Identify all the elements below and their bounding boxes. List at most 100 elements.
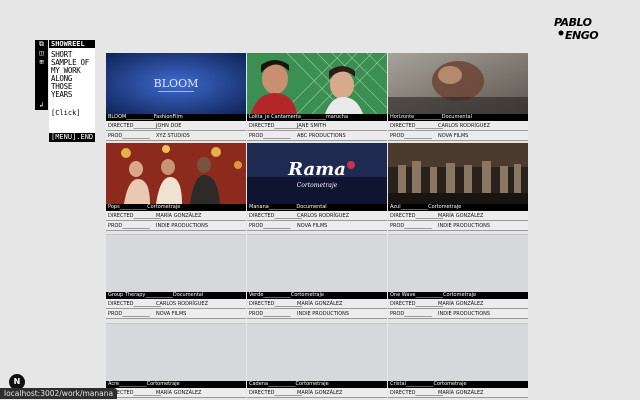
project-card[interactable]: Cristal___________Cortometraje DIRECTED__…	[388, 320, 528, 398]
director-row: DIRECTED___________JOHN DOE	[106, 121, 246, 131]
project-title: Horizonte___________Documental	[388, 114, 528, 121]
director-value: MARÍA GONZÁLEZ	[156, 213, 202, 219]
project-thumbnail[interactable]	[106, 143, 246, 204]
prod-label: PROD___________	[249, 311, 291, 317]
prod-value: NOVA FILMS	[297, 223, 328, 229]
directed-label: DIRECTED___________	[108, 123, 162, 129]
return-icon[interactable]: ↲	[35, 101, 48, 110]
prod-value: XYZ STUDIOS	[156, 133, 190, 139]
prev-icon[interactable]: ⧉	[35, 40, 48, 49]
producer-row: PROD___________ INDIE PRODUCTIONS	[247, 309, 387, 319]
prod-label: PROD___________	[108, 311, 150, 317]
director-row: DIRECTED___________MARÍA GONZÁLEZ	[106, 211, 246, 221]
project-card[interactable]: Rama Cortometraje Manana___________Docum…	[247, 143, 387, 231]
directed-label: DIRECTED___________	[108, 213, 162, 219]
project-card[interactable]: Verde___________Cortometraje DIRECTED____…	[247, 231, 387, 319]
prod-label: PROD___________	[108, 223, 150, 229]
showreel-card[interactable]: SHOWREEL SHORT SAMPLE OF MY WORK ALONG T…	[49, 40, 95, 142]
director-row: DIRECTED___________MARÍA GONZÁLEZ	[388, 211, 528, 221]
project-card[interactable]: Acre___________Cortometraje DIRECTED_____…	[106, 320, 246, 398]
split-icon[interactable]: ⊞	[35, 58, 48, 67]
director-row: DIRECTED___________MARÍA GONZÁLEZ	[388, 299, 528, 309]
menu-end-button[interactable]: [MENU].END	[49, 133, 95, 142]
project-title: Group Therapy___________Documental	[106, 292, 246, 299]
project-thumbnail[interactable]	[388, 53, 528, 114]
project-card[interactable]: Azul___________Cortometraje DIRECTED_____…	[388, 143, 528, 231]
project-card[interactable]: Cadena___________Cortometraje DIRECTED___…	[247, 320, 387, 398]
directed-label: DIRECTED___________	[249, 123, 303, 129]
project-card[interactable]: One Wave___________Cortometraje DIRECTED_…	[388, 231, 528, 319]
project-title: Azul___________Cortometraje	[388, 204, 528, 211]
status-url: localhost:3002/work/manana	[0, 388, 118, 399]
project-title: Cristal___________Cortometraje	[388, 381, 528, 388]
prod-value: INDIE PRODUCTIONS	[297, 311, 350, 317]
project-title: Pops___________Cortometraje	[106, 204, 246, 211]
director-row: DIRECTED___________MARÍA GONZÁLEZ	[106, 388, 246, 398]
project-card[interactable]: Pops___________Cortometraje DIRECTED_____…	[106, 143, 246, 231]
prod-value: NOVA FILMS	[156, 311, 187, 317]
click-link[interactable]: [Click]	[51, 109, 81, 117]
project-card[interactable]: Lolita_je Cantamerta__________marucha DIR…	[247, 53, 387, 141]
director-value: MARÍA GONZÁLEZ	[297, 390, 343, 396]
svg-text:PABLO: PABLO	[554, 16, 592, 29]
thumbnail-azul	[388, 143, 528, 204]
project-card[interactable]: BLOOM BLOOM___________FashionFilm DIRECTE…	[106, 53, 246, 141]
project-thumbnail[interactable]	[247, 323, 387, 381]
producer-row: PROD___________ NOVA FILMS	[106, 309, 246, 319]
director-value: CARLOS RODRÍGUEZ	[156, 301, 209, 307]
project-thumbnail[interactable]	[247, 234, 387, 292]
project-thumbnail[interactable]: Rama Cortometraje	[247, 143, 387, 204]
director-row: DIRECTED___________JANE SMITH	[247, 121, 387, 131]
showreel-title: SHOWREEL	[49, 40, 95, 48]
project-thumbnail[interactable]	[388, 234, 528, 292]
thumbnail-lolita	[247, 53, 387, 114]
stack-icon[interactable]: ◫	[35, 49, 48, 58]
prod-value: INDIE PRODUCTIONS	[438, 223, 491, 229]
director-value: CARLOS RODRÍGUEZ	[297, 213, 350, 219]
project-title: Lolita_je Cantamerta__________marucha	[247, 114, 387, 121]
director-value: MARÍA GONZÁLEZ	[297, 301, 343, 307]
project-title: One Wave___________Cortometraje	[388, 292, 528, 299]
project-title: Acre___________Cortometraje	[106, 381, 246, 388]
prod-label: PROD___________	[108, 133, 150, 139]
directed-label: DIRECTED___________	[249, 301, 303, 307]
thumbnail-bloom: BLOOM	[106, 53, 246, 114]
director-value: JANE SMITH	[297, 123, 327, 129]
project-title: Cadena___________Cortometraje	[247, 381, 387, 388]
director-row: DIRECTED___________MARÍA GONZÁLEZ	[247, 388, 387, 398]
svg-text:ENGO: ENGO	[565, 29, 598, 41]
project-title: Verde___________Cortometraje	[247, 292, 387, 299]
directed-label: DIRECTED___________	[249, 213, 303, 219]
thumbnail-horizonte	[388, 53, 528, 114]
project-thumbnail[interactable]	[247, 53, 387, 114]
site-logo[interactable]: PABLO ENGO	[553, 15, 613, 41]
prod-value: NOVA FILMS	[438, 133, 469, 139]
director-row: DIRECTED___________MARÍA GONZÁLEZ	[388, 388, 528, 398]
director-value: MARÍA GONZÁLEZ	[156, 390, 202, 396]
director-value: CARLOS RODRÍGUEZ	[438, 123, 491, 129]
project-card[interactable]: Group Therapy___________Documental DIRECT…	[106, 231, 246, 319]
directed-label: DIRECTED___________	[108, 301, 162, 307]
director-row: DIRECTED___________CARLOS RODRÍGUEZ	[247, 211, 387, 221]
prod-value: INDIE PRODUCTIONS	[438, 311, 491, 317]
prod-value: INDIE PRODUCTIONS	[156, 223, 209, 229]
prod-value: ABC PRODUCTIONS	[297, 133, 346, 139]
project-thumbnail[interactable]	[388, 323, 528, 381]
directed-label: DIRECTED___________	[249, 390, 303, 396]
producer-row: PROD___________ INDIE PRODUCTIONS	[106, 221, 246, 231]
project-thumbnail[interactable]: BLOOM	[106, 53, 246, 114]
showreel-panel: ⧉ ◫ ⊞ ↲ SHOWREEL SHORT SAMPLE OF MY WORK…	[35, 40, 95, 142]
director-row: DIRECTED___________CARLOS RODRÍGUEZ	[106, 299, 246, 309]
project-thumbnail[interactable]	[106, 234, 246, 292]
director-value: MARÍA GONZÁLEZ	[438, 213, 484, 219]
director-value: MARÍA GONZÁLEZ	[438, 390, 484, 396]
prod-label: PROD___________	[249, 133, 291, 139]
svg-text:Cortometraje: Cortometraje	[297, 182, 338, 189]
prod-label: PROD___________	[390, 133, 432, 139]
producer-row: PROD___________ NOVA FILMS	[388, 131, 528, 141]
director-row: DIRECTED___________CARLOS RODRÍGUEZ	[388, 121, 528, 131]
directed-label: DIRECTED___________	[390, 213, 444, 219]
project-thumbnail[interactable]	[106, 323, 246, 381]
project-thumbnail[interactable]	[388, 143, 528, 204]
project-card[interactable]: Horizonte___________Documental DIRECTED__…	[388, 53, 528, 141]
